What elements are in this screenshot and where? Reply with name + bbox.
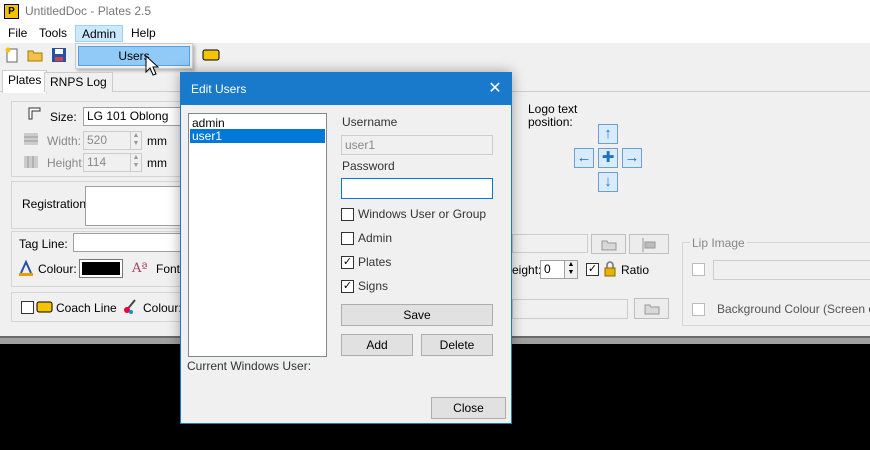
plates-label: Plates [358,255,392,269]
admin-checkbox[interactable] [341,232,354,245]
dialog-titlebar: Edit Users ✕ [181,73,511,105]
menu-file[interactable]: File [2,25,33,42]
open-folder-icon[interactable] [27,47,43,63]
save-button[interactable]: Save [341,304,493,326]
close-icon[interactable]: ✕ [479,73,511,105]
password-input[interactable] [341,178,493,199]
tagline-colour-swatch[interactable] [79,259,123,278]
width-spinner[interactable]: ▲ ▼ [130,131,142,150]
password-label: Password [342,159,395,173]
tagline-input[interactable] [73,233,184,252]
delete-button[interactable]: Delete [421,334,493,356]
app-icon: P [4,4,19,19]
window-titlebar: P UntitledDoc - Plates 2.5 [0,0,870,24]
menu-bar: File Tools Admin Help [0,24,870,43]
lower-browse-button[interactable] [634,298,669,319]
lower-file-input[interactable] [512,299,628,319]
signs-label: Signs [358,279,389,293]
width-icon [24,133,38,145]
registration-label: Registration: [22,197,90,211]
height-input[interactable]: 114 [83,153,135,172]
arrow-center-button[interactable]: ✚ [598,148,618,168]
width-input[interactable]: 520 [83,131,135,150]
size-label: Size: [50,110,77,124]
background-colour-label: Background Colour (Screen onl [717,302,870,316]
tab-plates[interactable]: Plates [2,70,48,93]
lip-image-checkbox[interactable] [692,263,705,276]
size-select[interactable]: LG 101 Oblong [83,107,184,126]
font-icon: Aª [132,261,148,276]
arrow-down-button[interactable]: ↓ [598,172,618,192]
logo-text-input[interactable] [512,234,588,253]
logo-height-input[interactable]: 0 [540,260,566,279]
logo-position-label: Logo text position: [528,102,578,129]
window-title: UntitledDoc - Plates 2.5 [25,4,152,18]
coach-line-plate-icon [36,301,53,313]
mouse-cursor-icon [145,55,159,76]
dialog-title: Edit Users [191,82,247,96]
tagline-panel: Tag Line: Colour: Aª Font: [11,231,184,287]
width-unit: mm [147,134,167,148]
username-input[interactable]: user1 [341,135,493,155]
text-colour-icon [19,260,33,276]
logo-height-spinner[interactable]: ▲ ▼ [564,260,578,279]
ruler-icon [28,107,41,120]
windows-user-label: Windows User or Group [358,207,487,221]
plates-checkbox[interactable]: ✓ [341,256,354,269]
coach-line-colour-label: Colour: [143,301,182,315]
height-label: Height: [47,156,86,170]
lip-image-input[interactable] [713,260,870,280]
registration-input[interactable] [85,186,184,226]
height-icon [24,156,38,168]
folder-icon [644,304,659,315]
coach-line-panel: Coach Line Colour: [11,292,183,322]
list-item-selected[interactable]: user1 [190,129,325,143]
ratio-label: Ratio [621,263,650,277]
list-item[interactable]: admin [190,116,325,130]
menu-tools[interactable]: Tools [33,25,73,42]
menu-admin[interactable]: Admin [75,25,124,42]
logo-height-label: eight: [512,263,542,277]
add-button[interactable]: Add [341,334,413,356]
tab-rnps-log[interactable]: RNPS Log [44,72,113,92]
menu-item-users[interactable]: Users [78,46,190,66]
height-spinner[interactable]: ▲ ▼ [130,153,142,172]
registration-panel: Registration: [11,181,184,229]
signs-checkbox[interactable]: ✓ [341,280,354,293]
arrow-up-button[interactable]: ↑ [598,124,618,144]
arrow-right-button[interactable]: → [622,148,642,168]
close-button[interactable]: Close [431,397,506,419]
edit-users-dialog: Edit Users ✕ admin user1 Current Windows… [180,72,512,424]
admin-dropdown-menu: Users [75,43,193,69]
username-label: Username [342,115,398,129]
height-unit: mm [147,156,167,170]
save-icon[interactable] [51,47,67,63]
menu-help[interactable]: Help [125,25,162,42]
admin-label: Admin [358,231,393,245]
ratio-checkbox[interactable]: ✓ [586,263,599,276]
background-colour-checkbox[interactable] [692,303,705,316]
size-panel: Size: LG 101 Oblong Width: 520 ▲ ▼ mm Hei… [11,101,184,177]
plate-icon[interactable] [202,49,220,61]
lip-image-title: Lip Image [690,235,747,251]
folder-icon [601,240,616,251]
coach-line-label: Coach Line [56,301,117,315]
arrow-left-button[interactable]: ← [574,148,594,168]
align-button[interactable] [629,234,669,254]
lock-icon [604,261,616,277]
coach-line-checkbox[interactable] [21,301,34,314]
windows-user-checkbox[interactable] [341,208,354,221]
browse-folder-button[interactable] [591,234,626,254]
tagline-label: Tag Line: [19,237,68,251]
tagline-colour-label: Colour: [38,262,77,276]
width-label: Width: [47,134,82,148]
coach-colour-icon [124,299,136,314]
new-document-icon[interactable] [4,47,20,63]
current-windows-user-label: Current Windows User: [187,359,312,373]
user-list[interactable]: admin user1 [188,113,327,357]
align-icon [642,238,656,252]
